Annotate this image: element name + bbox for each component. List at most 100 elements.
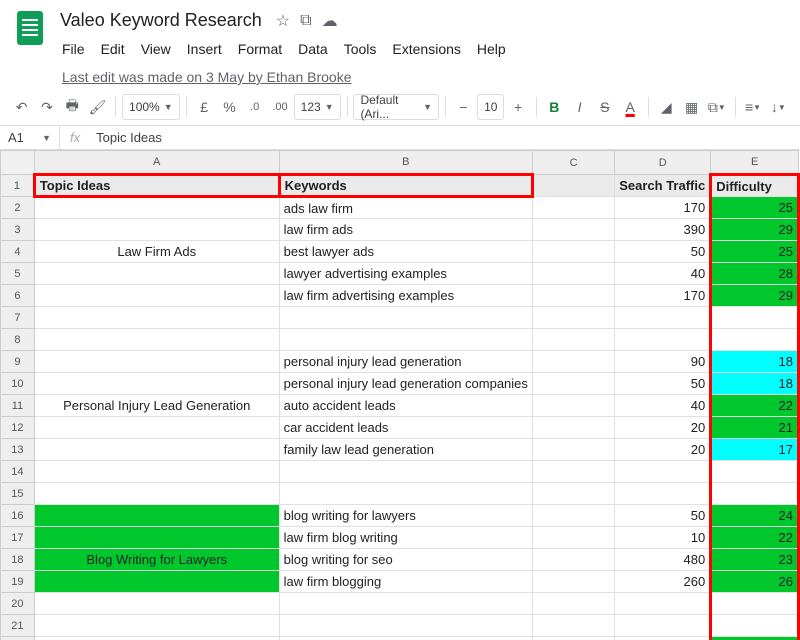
undo-button[interactable]: ↶ (10, 93, 33, 121)
print-button[interactable]: 🖶 (61, 93, 84, 121)
cell-C13[interactable] (532, 439, 614, 461)
row-header-2[interactable]: 2 (1, 197, 35, 219)
menu-extensions[interactable]: Extensions (386, 37, 466, 61)
cell-D20[interactable] (615, 593, 711, 615)
borders-button[interactable]: ▦ (680, 93, 703, 121)
cell-C20[interactable] (532, 593, 614, 615)
row-header-15[interactable]: 15 (1, 483, 35, 505)
cell-D14[interactable] (615, 461, 711, 483)
cell-C18[interactable] (532, 549, 614, 571)
font-size-increase[interactable]: + (506, 93, 529, 121)
menu-help[interactable]: Help (471, 37, 512, 61)
cell-A2[interactable] (34, 197, 279, 219)
select-all-corner[interactable] (1, 151, 35, 175)
menu-file[interactable]: File (56, 37, 91, 61)
cell-D6[interactable]: 170 (615, 285, 711, 307)
row-header-17[interactable]: 17 (1, 527, 35, 549)
col-header-C[interactable]: C (532, 151, 614, 175)
cell-E19[interactable]: 26 (711, 571, 799, 593)
horizontal-align-button[interactable]: ≡▼ (741, 93, 764, 121)
row-header-7[interactable]: 7 (1, 307, 35, 329)
cell-A3[interactable] (34, 219, 279, 241)
menu-view[interactable]: View (135, 37, 177, 61)
cell-B1[interactable]: Keywords (279, 175, 532, 197)
cell-A13[interactable] (34, 439, 279, 461)
menu-edit[interactable]: Edit (95, 37, 131, 61)
cell-D13[interactable]: 20 (615, 439, 711, 461)
paint-format-button[interactable]: 🖌 (86, 93, 109, 121)
cell-D17[interactable]: 10 (615, 527, 711, 549)
cell-E1[interactable]: Difficulty (711, 175, 799, 197)
font-size-decrease[interactable]: − (452, 93, 475, 121)
percent-button[interactable]: % (218, 93, 241, 121)
app-logo[interactable] (10, 8, 50, 48)
cell-C11[interactable] (532, 395, 614, 417)
cell-B9[interactable]: personal injury lead generation (279, 351, 532, 373)
cell-C19[interactable] (532, 571, 614, 593)
cell-A14[interactable] (34, 461, 279, 483)
cell-D16[interactable]: 50 (615, 505, 711, 527)
cell-A10[interactable] (34, 373, 279, 395)
cell-E21[interactable] (711, 615, 799, 637)
row-header-4[interactable]: 4 (1, 241, 35, 263)
cell-A9[interactable] (34, 351, 279, 373)
decrease-decimal-button[interactable]: .0 (243, 93, 266, 121)
cell-D3[interactable]: 390 (615, 219, 711, 241)
cell-A5[interactable] (34, 263, 279, 285)
cell-C6[interactable] (532, 285, 614, 307)
cell-A6[interactable] (34, 285, 279, 307)
cell-C1[interactable] (532, 175, 614, 197)
move-icon[interactable]: ⧉ (300, 12, 311, 30)
cell-B12[interactable]: car accident leads (279, 417, 532, 439)
col-header-E[interactable]: E (711, 151, 799, 175)
merge-button[interactable]: ⧉▼ (705, 93, 728, 121)
font-select[interactable]: Default (Ari...▼ (353, 94, 439, 120)
cell-E3[interactable]: 29 (711, 219, 799, 241)
cell-E4[interactable]: 25 (711, 241, 799, 263)
menu-insert[interactable]: Insert (181, 37, 228, 61)
cell-E5[interactable]: 28 (711, 263, 799, 285)
doc-title[interactable]: Valeo Keyword Research (56, 8, 266, 33)
cell-B3[interactable]: law firm ads (279, 219, 532, 241)
bold-button[interactable]: B (543, 93, 566, 121)
cell-C21[interactable] (532, 615, 614, 637)
cell-A19[interactable] (34, 571, 279, 593)
cell-D10[interactable]: 50 (615, 373, 711, 395)
row-header-3[interactable]: 3 (1, 219, 35, 241)
row-header-14[interactable]: 14 (1, 461, 35, 483)
cell-E10[interactable]: 18 (711, 373, 799, 395)
cell-E15[interactable] (711, 483, 799, 505)
cell-D21[interactable] (615, 615, 711, 637)
cell-B5[interactable]: lawyer advertising examples (279, 263, 532, 285)
cell-E16[interactable]: 24 (711, 505, 799, 527)
cell-A8[interactable] (34, 329, 279, 351)
cell-C12[interactable] (532, 417, 614, 439)
row-header-9[interactable]: 9 (1, 351, 35, 373)
cell-B21[interactable] (279, 615, 532, 637)
cell-C3[interactable] (532, 219, 614, 241)
cell-C8[interactable] (532, 329, 614, 351)
cell-D12[interactable]: 20 (615, 417, 711, 439)
cell-E22[interactable]: 27 (711, 637, 799, 640)
cell-B19[interactable]: law firm blogging (279, 571, 532, 593)
star-icon[interactable]: ☆ (276, 11, 290, 31)
cell-E17[interactable]: 22 (711, 527, 799, 549)
cell-C14[interactable] (532, 461, 614, 483)
cell-B4[interactable]: best lawyer ads (279, 241, 532, 263)
cell-A21[interactable] (34, 615, 279, 637)
cell-C22[interactable] (532, 637, 614, 640)
italic-button[interactable]: I (568, 93, 591, 121)
cell-A1[interactable]: Topic Ideas (34, 175, 279, 197)
cell-E13[interactable]: 17 (711, 439, 799, 461)
cell-B15[interactable] (279, 483, 532, 505)
cell-C15[interactable] (532, 483, 614, 505)
number-format-select[interactable]: 123▼ (294, 94, 341, 120)
cell-D4[interactable]: 50 (615, 241, 711, 263)
cell-D1[interactable]: Search Traffic (615, 175, 711, 197)
font-size-select[interactable]: 10 (477, 94, 504, 120)
row-header-8[interactable]: 8 (1, 329, 35, 351)
cell-A18[interactable]: Blog Writing for Lawyers (34, 549, 279, 571)
row-header-11[interactable]: 11 (1, 395, 35, 417)
last-edit-link[interactable]: Last edit was made on 3 May by Ethan Bro… (56, 65, 358, 89)
cell-C16[interactable] (532, 505, 614, 527)
